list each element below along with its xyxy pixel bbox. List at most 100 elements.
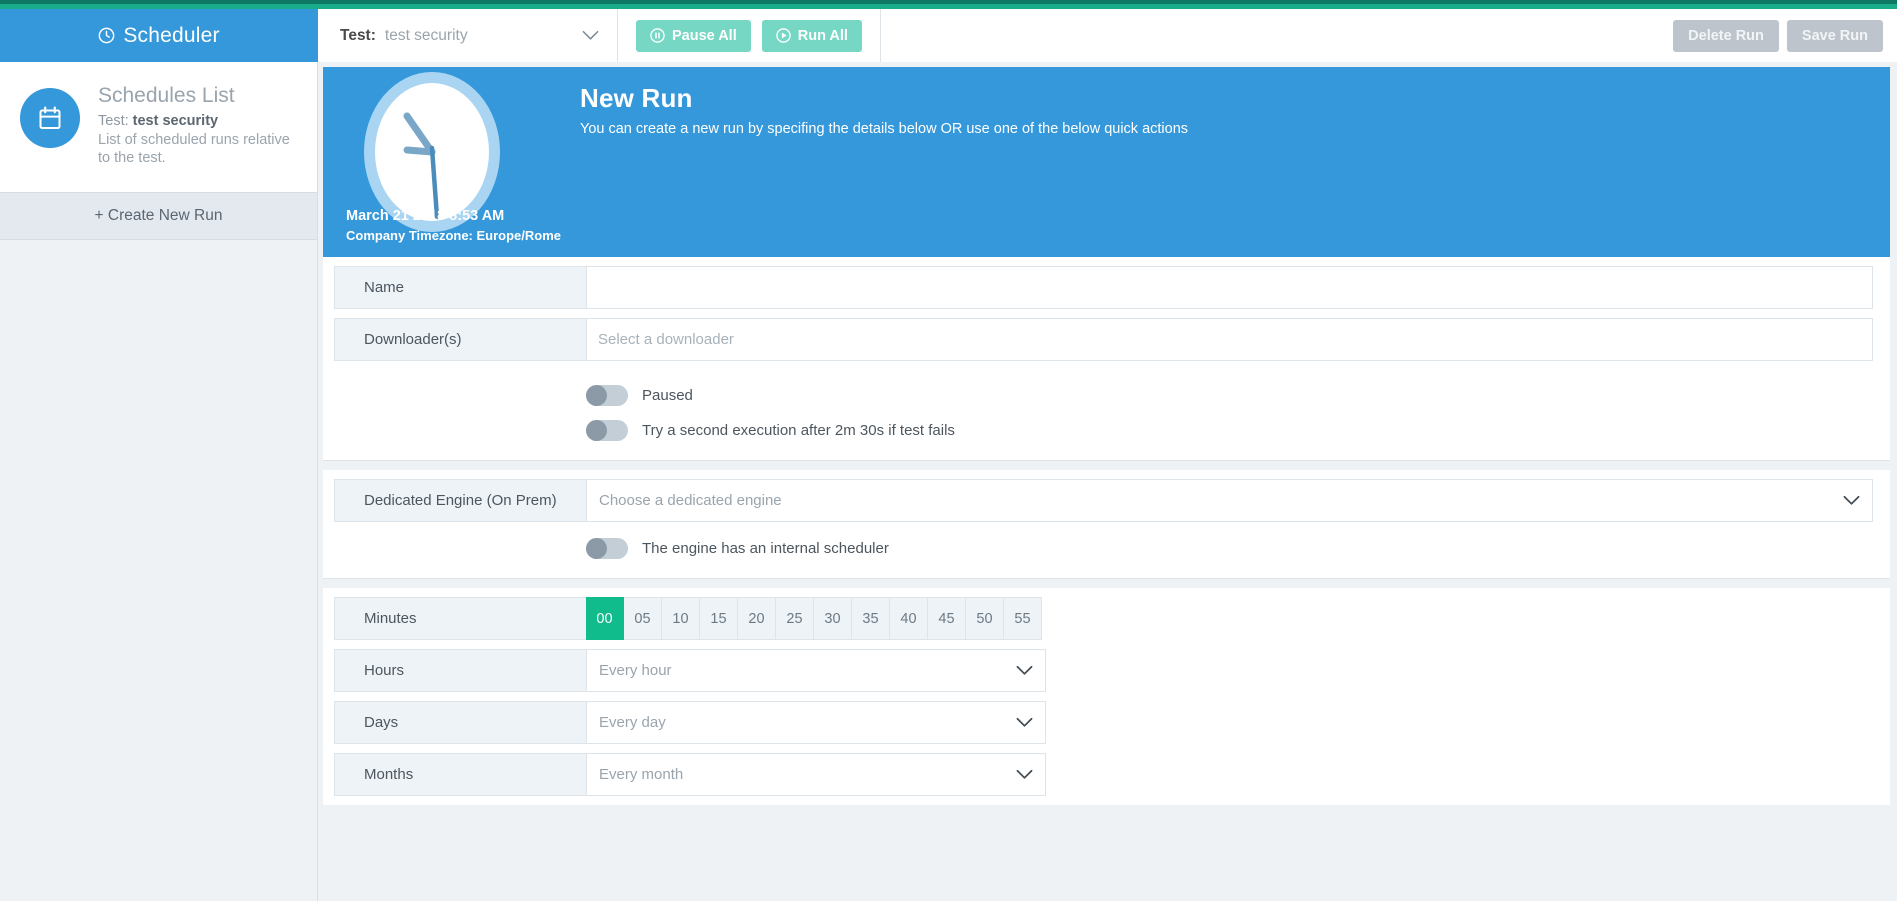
- internal-scheduler-toggle[interactable]: [586, 538, 628, 559]
- run-all-button[interactable]: Run All: [762, 20, 862, 52]
- retry-toggle-row: Try a second execution after 2m 30s if t…: [586, 411, 1890, 446]
- pause-all-label: Pause All: [672, 28, 737, 44]
- chevron-down-icon: [1843, 495, 1860, 506]
- hours-select[interactable]: Every hour: [586, 649, 1046, 692]
- downloaders-input[interactable]: [586, 318, 1873, 361]
- hero-subtitle: You can create a new run by specifing th…: [580, 121, 1188, 137]
- minutes-row: Minutes 000510152025303540455055: [323, 588, 1890, 649]
- engine-select-value: Choose a dedicated engine: [599, 492, 782, 509]
- minute-option-30[interactable]: 30: [814, 597, 852, 640]
- downloaders-label: Downloader(s): [334, 318, 586, 361]
- days-field-cell: Every day: [586, 701, 1873, 744]
- engine-row: Dedicated Engine (On Prem) Choose a dedi…: [323, 470, 1890, 531]
- months-select-value: Every month: [599, 766, 683, 783]
- sidebar-empty-area: [0, 240, 317, 901]
- hours-spacer: [1046, 649, 1873, 692]
- minute-option-00[interactable]: 00: [586, 597, 624, 640]
- toggle-knob: [586, 420, 607, 441]
- chevron-down-icon: [582, 30, 599, 41]
- pause-circle-icon: [650, 28, 665, 43]
- schedules-list-text: Schedules List Test: test security List …: [98, 84, 293, 168]
- page-body: Schedules List Test: test security List …: [0, 62, 1897, 901]
- sidebar: Schedules List Test: test security List …: [0, 62, 318, 901]
- top-bar: Scheduler Test: test security Pause All: [0, 9, 1897, 62]
- hero-text: New Run You can create a new run by spec…: [580, 83, 1188, 137]
- months-label: Months: [334, 753, 586, 796]
- calendar-icon: [20, 88, 80, 148]
- paused-toggle[interactable]: [586, 385, 628, 406]
- retry-toggle[interactable]: [586, 420, 628, 441]
- engine-label: Dedicated Engine (On Prem): [334, 479, 586, 522]
- section-divider: [323, 461, 1890, 470]
- minute-option-05[interactable]: 05: [624, 597, 662, 640]
- run-details-section: Name Downloader(s) Paused Try a sec: [323, 257, 1890, 461]
- delete-run-button[interactable]: Delete Run: [1673, 20, 1779, 52]
- test-selector-label: Test:: [340, 27, 376, 45]
- internal-scheduler-toggle-label: The engine has an internal scheduler: [642, 540, 889, 557]
- days-select-value: Every day: [599, 714, 666, 731]
- hero-timezone: Company Timezone: Europe/Rome: [346, 228, 561, 243]
- brand-label: Scheduler: [123, 24, 219, 48]
- hours-field-cell: Every hour: [586, 649, 1873, 692]
- months-field-cell: Every month: [586, 753, 1873, 796]
- minutes-spacer: [1042, 597, 1873, 640]
- minutes-options: 000510152025303540455055: [586, 597, 1042, 640]
- days-row: Days Every day: [323, 701, 1890, 753]
- sidebar-test-prefix: Test:: [98, 113, 133, 129]
- name-label: Name: [334, 266, 586, 309]
- schedules-list-card: Schedules List Test: test security List …: [0, 62, 317, 193]
- internal-scheduler-toggle-row: The engine has an internal scheduler: [586, 533, 1890, 564]
- dedicated-engine-section: Dedicated Engine (On Prem) Choose a dedi…: [323, 470, 1890, 579]
- engine-field-cell: Choose a dedicated engine: [586, 479, 1873, 522]
- minute-option-35[interactable]: 35: [852, 597, 890, 640]
- minute-option-25[interactable]: 25: [776, 597, 814, 640]
- test-selector[interactable]: Test: test security: [318, 9, 618, 62]
- save-run-button[interactable]: Save Run: [1787, 20, 1883, 52]
- months-row: Months Every month: [323, 753, 1890, 805]
- clock-icon: [98, 27, 115, 44]
- main-panel: New Run You can create a new run by spec…: [318, 62, 1897, 901]
- minute-option-20[interactable]: 20: [738, 597, 776, 640]
- brand-scheduler[interactable]: Scheduler: [0, 9, 318, 62]
- sidebar-title: Schedules List: [98, 84, 293, 108]
- minutes-label: Minutes: [334, 597, 586, 640]
- test-selector-value: test security: [385, 27, 582, 45]
- hero-title: New Run: [580, 83, 1188, 114]
- schedule-section: Minutes 000510152025303540455055 Hours E…: [323, 588, 1890, 805]
- engine-select[interactable]: Choose a dedicated engine: [586, 479, 1873, 522]
- section-divider: [323, 579, 1890, 588]
- hero-footer: March 21 2018 8:53 AM Company Timezone: …: [346, 208, 561, 243]
- minute-option-45[interactable]: 45: [928, 597, 966, 640]
- sidebar-test-name: test security: [133, 113, 218, 129]
- minute-option-55[interactable]: 55: [1004, 597, 1042, 640]
- chevron-down-icon: [1016, 665, 1033, 676]
- days-select[interactable]: Every day: [586, 701, 1046, 744]
- toggle-knob: [586, 538, 607, 559]
- minute-option-15[interactable]: 15: [700, 597, 738, 640]
- pause-all-button[interactable]: Pause All: [636, 20, 751, 52]
- sidebar-description: List of scheduled runs relative to the t…: [98, 131, 293, 167]
- paused-toggle-label: Paused: [642, 387, 693, 404]
- name-input[interactable]: [586, 266, 1873, 309]
- minute-option-50[interactable]: 50: [966, 597, 1004, 640]
- days-label: Days: [334, 701, 586, 744]
- run-all-label: Run All: [798, 28, 848, 44]
- run-toggles: Paused Try a second execution after 2m 3…: [323, 370, 1890, 460]
- downloaders-field-cell: [586, 318, 1873, 361]
- days-spacer: [1046, 701, 1873, 744]
- paused-toggle-row: Paused: [586, 380, 1890, 411]
- minute-option-10[interactable]: 10: [662, 597, 700, 640]
- hours-row: Hours Every hour: [323, 649, 1890, 701]
- retry-toggle-label: Try a second execution after 2m 30s if t…: [642, 422, 955, 439]
- toggle-knob: [586, 385, 607, 406]
- run-actions: Delete Run Save Run: [1673, 9, 1897, 62]
- months-select[interactable]: Every month: [586, 753, 1046, 796]
- minute-option-40[interactable]: 40: [890, 597, 928, 640]
- sidebar-test-line: Test: test security: [98, 112, 293, 130]
- hours-label: Hours: [334, 649, 586, 692]
- downloaders-row: Downloader(s): [323, 318, 1890, 370]
- name-row: Name: [323, 257, 1890, 318]
- hero-datetime: March 21 2018 8:53 AM: [346, 208, 561, 224]
- new-run-hero: New Run You can create a new run by spec…: [323, 67, 1890, 257]
- create-new-run-button[interactable]: + Create New Run: [0, 193, 317, 240]
